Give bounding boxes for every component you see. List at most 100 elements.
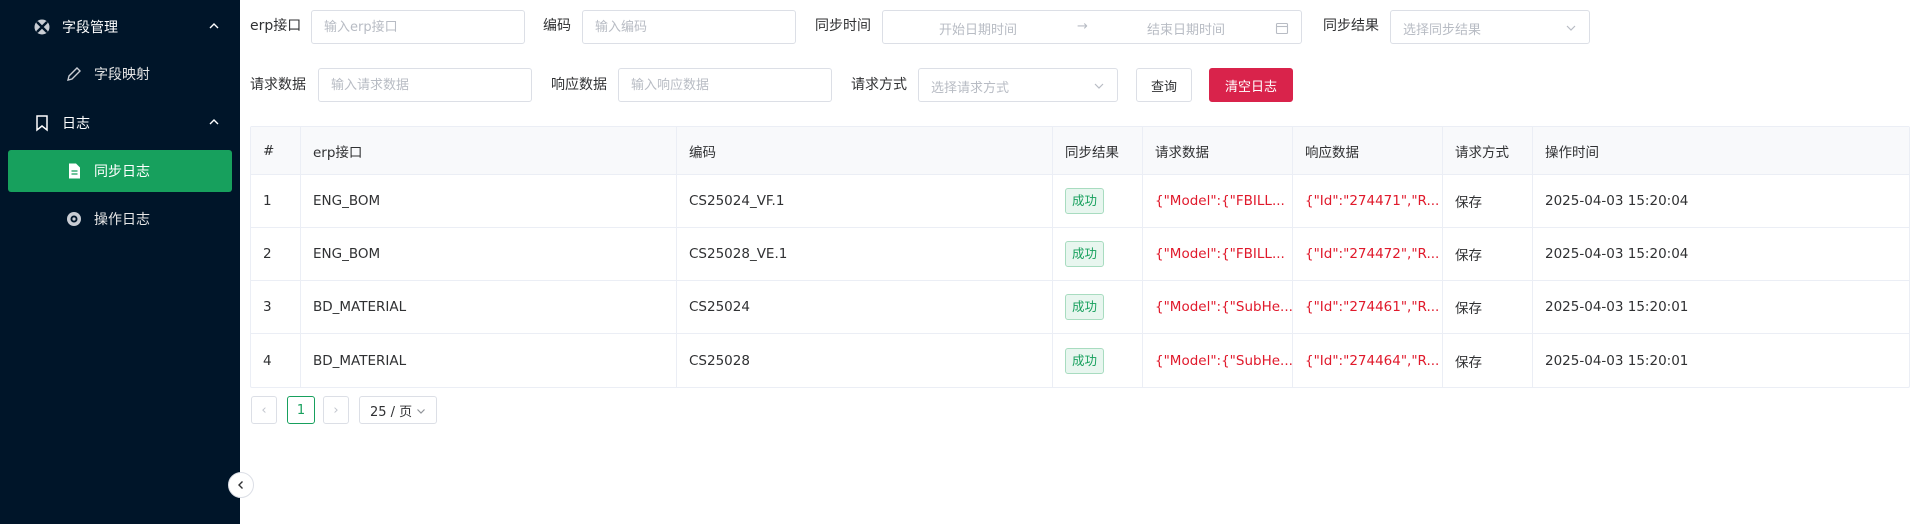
row-index: 3	[251, 281, 301, 333]
table-row[interactable]: 4 BD_MATERIAL CS25028 成功 {"Model":{"SubH…	[251, 334, 1909, 387]
status-badge: 成功	[1065, 347, 1105, 374]
collapse-sidebar-button[interactable]	[228, 472, 254, 498]
request-method-label: 请求方式	[851, 77, 907, 93]
row-index: 2	[251, 228, 301, 280]
sync-result-placeholder: 选择同步结果	[1403, 23, 1482, 38]
status-badge: 成功	[1065, 241, 1105, 267]
document-icon	[69, 163, 80, 179]
next-page-button[interactable]: ›	[323, 396, 349, 424]
erp-cell: ENG_BOM	[301, 175, 677, 227]
response-data-cell: {"Id":"274461","R...	[1293, 281, 1443, 333]
chevron-left-icon	[238, 481, 243, 489]
row-index: 4	[251, 334, 301, 387]
chevron-down-icon	[1566, 25, 1576, 31]
table-row[interactable]: 2 ENG_BOM CS25028_VE.1 成功 {"Model":{"FBI…	[251, 228, 1909, 281]
page-number-button[interactable]: 1	[287, 396, 315, 424]
sidebar-group-label: 字段管理	[62, 20, 118, 36]
sidebar-group-log[interactable]: 日志	[0, 99, 240, 147]
response-data-cell: {"Id":"274472","R...	[1293, 228, 1443, 280]
sync-time-range-picker[interactable]: 开始日期时间 → 结束日期时间	[882, 10, 1302, 44]
response-data-label: 响应数据	[551, 77, 607, 93]
code-cell: CS25024	[677, 281, 1053, 333]
sidebar-group-label: 日志	[62, 116, 90, 132]
request-data-cell: {"Model":{"SubHe...	[1143, 334, 1293, 387]
time-cell: 2025-04-03 15:20:04	[1545, 246, 1689, 262]
time-cell: 2025-04-03 15:20:01	[1545, 352, 1689, 369]
result-cell: 成功	[1053, 281, 1143, 333]
chevron-up-icon	[209, 23, 219, 29]
request-method-placeholder: 选择请求方式	[931, 81, 1010, 96]
column-header: 操作时间	[1545, 144, 1599, 161]
status-badge: 成功	[1065, 188, 1105, 214]
erp-input[interactable]	[311, 10, 525, 44]
column-header: 同步结果	[1053, 127, 1143, 174]
column-header: #	[251, 127, 301, 174]
request-method-select[interactable]: 选择请求方式	[918, 68, 1118, 102]
row-index: 1	[251, 175, 301, 227]
range-separator-arrow: →	[1077, 19, 1088, 34]
code-label: 编码	[543, 18, 571, 34]
start-datetime-placeholder: 开始日期时间	[939, 23, 1018, 38]
sidebar-item-field-mapping[interactable]: 字段映射	[0, 53, 240, 95]
sidebar-item-sync-log[interactable]: 同步日志	[8, 150, 232, 192]
chevron-up-icon	[209, 119, 219, 125]
sidebar-item-label: 同步日志	[94, 164, 150, 180]
eye-icon	[67, 212, 81, 226]
column-header: 请求数据	[1143, 127, 1293, 174]
calendar-icon	[1275, 22, 1289, 35]
sidebar-group-field-management[interactable]: 字段管理	[0, 3, 240, 51]
status-badge: 成功	[1065, 294, 1105, 320]
page-size-select[interactable]: 25 / 页	[359, 396, 437, 424]
method-cell: 保存	[1443, 334, 1533, 387]
code-cell: CS25024_VF.1	[677, 175, 1053, 227]
prev-page-button[interactable]: ‹	[251, 396, 277, 424]
response-data-input[interactable]	[618, 68, 832, 102]
request-data-cell: {"Model":{"FBILL...	[1143, 175, 1293, 227]
erp-cell: ENG_BOM	[301, 228, 677, 280]
response-data-cell: {"Id":"274464","R...	[1293, 334, 1443, 387]
clear-log-button[interactable]: 清空日志	[1209, 68, 1293, 102]
sync-result-select[interactable]: 选择同步结果	[1390, 10, 1590, 44]
request-data-cell: {"Model":{"SubHe...	[1143, 281, 1293, 333]
response-data-cell: {"Id":"274471","R...	[1293, 175, 1443, 227]
sidebar-item-label: 字段映射	[94, 67, 150, 83]
table-header-row: # erp接口 编码 同步结果 请求数据 响应数据 请求方式 操作时间	[251, 127, 1909, 175]
time-cell: 2025-04-03 15:20:01	[1545, 299, 1689, 315]
result-cell: 成功	[1053, 175, 1143, 227]
code-cell: CS25028	[677, 334, 1053, 387]
result-cell: 成功	[1053, 228, 1143, 280]
xbox-icon	[34, 19, 50, 35]
sidebar-item-operation-log[interactable]: 操作日志	[0, 198, 240, 240]
chevron-down-icon	[1094, 83, 1104, 89]
chevron-down-icon	[417, 409, 425, 414]
sync-time-label: 同步时间	[815, 18, 871, 34]
page-size-label: 25 / 页	[370, 404, 413, 420]
code-cell: CS25028_VE.1	[677, 228, 1053, 280]
end-datetime-placeholder: 结束日期时间	[1147, 23, 1226, 38]
erp-label: erp接口	[250, 18, 302, 34]
method-cell: 保存	[1443, 281, 1533, 333]
bookmark-icon	[36, 115, 48, 132]
column-header: erp接口	[301, 127, 677, 174]
column-header: 响应数据	[1293, 127, 1443, 174]
pen-icon	[67, 67, 81, 81]
request-data-cell: {"Model":{"FBILL...	[1143, 228, 1293, 280]
sync-result-label: 同步结果	[1323, 18, 1379, 34]
request-data-label: 请求数据	[250, 77, 306, 93]
column-header: 请求方式	[1443, 127, 1533, 174]
sidebar-item-label: 操作日志	[94, 212, 150, 228]
method-cell: 保存	[1443, 228, 1533, 280]
sidebar: 字段管理 字段映射 日志 同步日志 操作日志	[0, 0, 240, 524]
table-row[interactable]: 1 ENG_BOM CS25024_VF.1 成功 {"Model":{"FBI…	[251, 175, 1909, 228]
erp-cell: BD_MATERIAL	[301, 334, 677, 387]
code-input[interactable]	[582, 10, 796, 44]
app: 字段管理 字段映射 日志 同步日志 操作日志 erp接口 输入erp接口 编码 …	[0, 0, 1920, 524]
table-row[interactable]: 3 BD_MATERIAL CS25024 成功 {"Model":{"SubH…	[251, 281, 1909, 334]
result-cell: 成功	[1053, 334, 1143, 387]
query-button[interactable]: 查询	[1136, 68, 1192, 102]
method-cell: 保存	[1443, 175, 1533, 227]
column-header: 编码	[677, 127, 1053, 174]
sync-log-table: # erp接口 编码 同步结果 请求数据 响应数据 请求方式 操作时间 1 EN…	[250, 126, 1910, 388]
time-cell: 2025-04-03 15:20:04	[1545, 193, 1689, 209]
request-data-input[interactable]	[318, 68, 532, 102]
